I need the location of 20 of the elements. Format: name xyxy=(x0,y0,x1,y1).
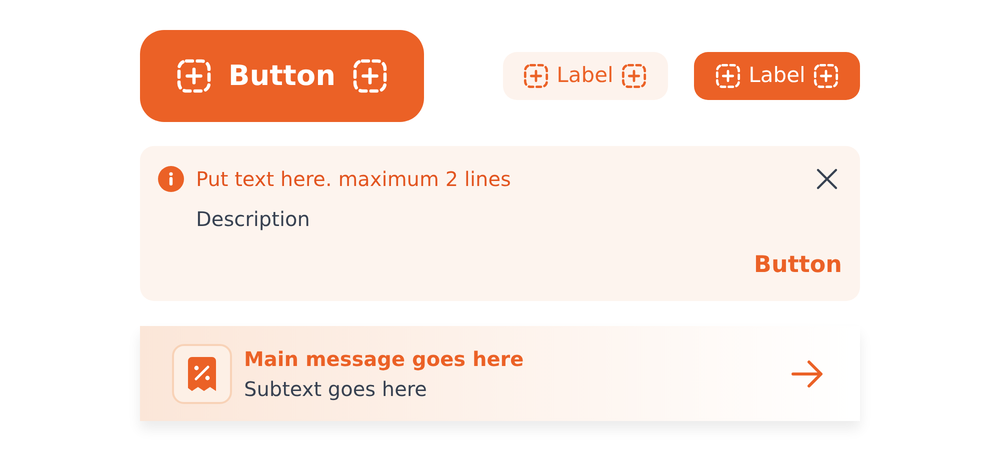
alert-action-link[interactable]: Button xyxy=(754,248,842,282)
promo-banner[interactable]: Main message goes here Subtext goes here xyxy=(140,326,860,421)
discount-icon xyxy=(172,344,232,404)
add-icon xyxy=(813,63,840,89)
close-icon xyxy=(815,167,839,191)
add-icon xyxy=(176,58,212,94)
button[interactable]: Label xyxy=(694,52,860,100)
add-icon xyxy=(714,63,741,89)
button[interactable]: Label xyxy=(502,52,668,100)
add-icon xyxy=(352,58,388,94)
arrow-right-icon[interactable] xyxy=(790,358,824,388)
alert-title: Put text here. maximum 2 lines xyxy=(196,166,511,193)
alert-description: Description xyxy=(196,206,310,233)
button[interactable]: Button xyxy=(140,30,424,122)
close-button[interactable] xyxy=(814,166,840,192)
banner-message: Main message goes here xyxy=(244,346,524,372)
add-icon xyxy=(522,63,549,89)
banner-subtext: Subtext goes here xyxy=(244,376,428,402)
info-icon xyxy=(158,166,184,192)
add-icon xyxy=(621,63,648,89)
